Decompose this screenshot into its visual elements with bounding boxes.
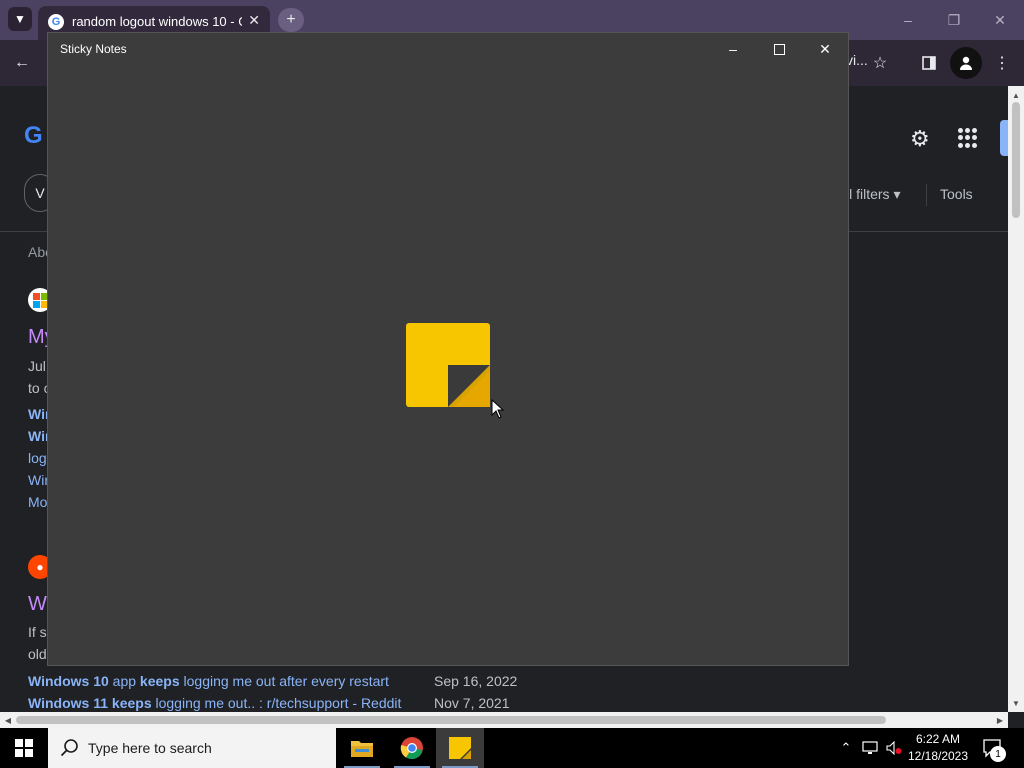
new-tab-button[interactable]: +: [278, 8, 304, 32]
close-tab-icon[interactable]: ✕: [248, 12, 260, 29]
clock-time: 6:22 AM: [915, 732, 961, 746]
filter-divider: [926, 184, 927, 206]
vertical-scrollbar[interactable]: ▲ ▼: [1008, 86, 1024, 712]
google-favicon-icon: G: [48, 14, 64, 30]
google-apps-icon[interactable]: [958, 128, 978, 148]
sticky-minimize-button[interactable]: –: [716, 37, 750, 61]
tab-search-button[interactable]: ▼: [8, 7, 32, 31]
mouse-pointer-icon: [491, 399, 505, 419]
show-hidden-icons-chevron-icon[interactable]: ⌃: [838, 738, 854, 758]
clock-date: 12/18/2023: [907, 749, 969, 763]
windows-logo-icon: [15, 739, 33, 757]
sticky-notes-window[interactable]: Sticky Notes – ✕: [48, 33, 848, 665]
result-2-snippet-line: old: [28, 646, 47, 662]
sticky-notes-taskbar-icon: [449, 737, 471, 759]
search-placeholder: Type here to search: [88, 740, 212, 756]
sign-in-button[interactable]: [1000, 120, 1008, 156]
result-1-sublink[interactable]: logi: [28, 450, 50, 466]
horizontal-scrollbar[interactable]: ◀ ▶: [0, 712, 1008, 728]
all-filters-button[interactable]: ll filters ▾: [846, 186, 900, 203]
back-arrow-icon[interactable]: ←: [10, 51, 34, 75]
scroll-right-arrow-icon[interactable]: ▶: [993, 712, 1007, 728]
bookmark-star-icon[interactable]: ☆: [868, 51, 892, 75]
google-logo[interactable]: G: [24, 122, 43, 150]
related-result-link[interactable]: Windows 10 app keeps logging me out afte…: [28, 673, 389, 689]
folder-icon: [351, 741, 373, 757]
system-clock[interactable]: 6:22 AM 12/18/2023: [902, 731, 974, 765]
chrome-taskbar-button[interactable]: [388, 728, 436, 768]
browser-restore-button[interactable]: ❐: [940, 9, 968, 31]
tools-button[interactable]: Tools: [940, 186, 973, 202]
result-1-snippet-line: Jul: [28, 358, 46, 374]
result-1-sublink[interactable]: Wir: [28, 472, 49, 488]
scroll-down-arrow-icon[interactable]: ▼: [1008, 696, 1024, 710]
vertical-scroll-thumb[interactable]: [1012, 102, 1020, 218]
tab-title: random logout windows 10 - G: [72, 14, 242, 29]
sticky-notes-taskbar-button[interactable]: [436, 728, 484, 768]
related-result-date: Sep 16, 2022: [434, 673, 518, 689]
network-icon[interactable]: [862, 738, 878, 758]
related-result-link[interactable]: Windows 11 keeps logging me out.. : r/te…: [28, 695, 401, 711]
windows-start-button[interactable]: [0, 728, 48, 768]
windows-taskbar: Type here to search ⌃ 6:22 AM 12/18/2023: [0, 728, 1024, 768]
address-bar-text[interactable]: vi...: [846, 52, 868, 68]
sticky-notes-icon: [406, 323, 490, 407]
result-1-more-link[interactable]: Mo: [28, 494, 47, 510]
settings-gear-icon[interactable]: ⚙: [910, 126, 934, 151]
side-panel-icon[interactable]: [917, 51, 941, 75]
browser-close-button[interactable]: ✕: [986, 9, 1014, 31]
sticky-close-button[interactable]: ✕: [808, 37, 842, 61]
browser-menu-icon[interactable]: ⋮: [990, 51, 1014, 75]
scroll-left-arrow-icon[interactable]: ◀: [1, 712, 15, 728]
result-2-snippet-line: If s: [28, 624, 47, 640]
taskbar-search-box[interactable]: Type here to search: [48, 728, 336, 768]
horizontal-scroll-thumb[interactable]: [16, 716, 886, 724]
search-icon: [60, 739, 78, 757]
notification-count-badge: 1: [990, 746, 1006, 762]
result-2-title[interactable]: W: [28, 593, 47, 616]
sticky-notes-title: Sticky Notes: [60, 42, 127, 56]
volume-muted-icon[interactable]: [886, 738, 902, 758]
scroll-up-arrow-icon[interactable]: ▲: [1008, 88, 1024, 102]
profile-avatar-icon[interactable]: [950, 47, 982, 79]
chrome-icon: [400, 737, 423, 760]
browser-minimize-button[interactable]: –: [894, 9, 922, 31]
related-result-date: Nov 7, 2021: [434, 695, 510, 711]
sticky-maximize-button[interactable]: [762, 37, 796, 61]
file-explorer-taskbar-button[interactable]: [338, 728, 386, 768]
